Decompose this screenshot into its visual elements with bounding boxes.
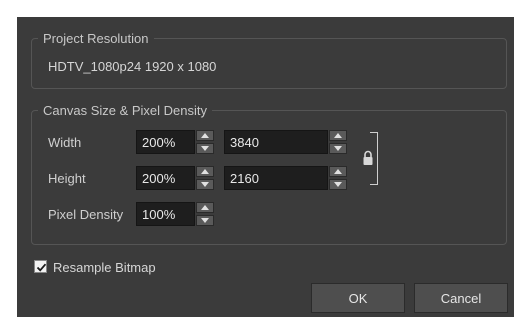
height-percent-spinner bbox=[196, 166, 214, 190]
pixel-density-spinner bbox=[196, 202, 214, 226]
spin-up-icon bbox=[334, 169, 342, 174]
width-pixels-spinner bbox=[329, 130, 347, 154]
spin-down-icon bbox=[334, 146, 342, 151]
height-percent-increase-button[interactable] bbox=[196, 166, 214, 177]
width-pixels-input[interactable] bbox=[224, 130, 328, 154]
pixel-density-decrease-button[interactable] bbox=[196, 215, 214, 226]
pixel-density-label: Pixel Density bbox=[48, 207, 124, 222]
spin-up-icon bbox=[201, 205, 209, 210]
width-pixels-decrease-button[interactable] bbox=[329, 143, 347, 154]
height-percent-input[interactable] bbox=[136, 166, 195, 190]
height-pixels-increase-button[interactable] bbox=[329, 166, 347, 177]
resample-bitmap-checkbox[interactable] bbox=[34, 260, 47, 273]
spin-down-icon bbox=[201, 146, 209, 151]
pixel-density-increase-button[interactable] bbox=[196, 202, 214, 213]
width-percent-input[interactable] bbox=[136, 130, 195, 154]
height-label: Height bbox=[48, 171, 86, 186]
width-label: Width bbox=[48, 135, 82, 150]
spin-down-icon bbox=[201, 182, 209, 187]
project-resolution-value: HDTV_1080p24 1920 x 1080 bbox=[48, 59, 217, 74]
height-percent-decrease-button[interactable] bbox=[196, 179, 214, 190]
spin-up-icon bbox=[334, 133, 342, 138]
resample-bitmap-label[interactable]: Resample Bitmap bbox=[53, 260, 156, 275]
checkmark-icon bbox=[36, 263, 47, 272]
width-percent-increase-button[interactable] bbox=[196, 130, 214, 141]
canvas-resize-dialog: Project Resolution HDTV_1080p24 1920 x 1… bbox=[17, 17, 514, 317]
pixel-density-input[interactable] bbox=[136, 202, 195, 226]
height-pixels-spinner bbox=[329, 166, 347, 190]
height-pixels-decrease-button[interactable] bbox=[329, 179, 347, 190]
cancel-button[interactable]: Cancel bbox=[414, 283, 508, 313]
lock-icon[interactable] bbox=[362, 150, 374, 166]
width-percent-decrease-button[interactable] bbox=[196, 143, 214, 154]
spin-up-icon bbox=[201, 133, 209, 138]
width-pixels-increase-button[interactable] bbox=[329, 130, 347, 141]
height-pixels-input[interactable] bbox=[224, 166, 328, 190]
ok-button[interactable]: OK bbox=[311, 283, 405, 313]
spin-up-icon bbox=[201, 169, 209, 174]
width-percent-spinner bbox=[196, 130, 214, 154]
canvas-size-title: Canvas Size & Pixel Density bbox=[43, 103, 208, 118]
spin-down-icon bbox=[201, 218, 209, 223]
spin-down-icon bbox=[334, 182, 342, 187]
project-resolution-title: Project Resolution bbox=[43, 31, 149, 46]
